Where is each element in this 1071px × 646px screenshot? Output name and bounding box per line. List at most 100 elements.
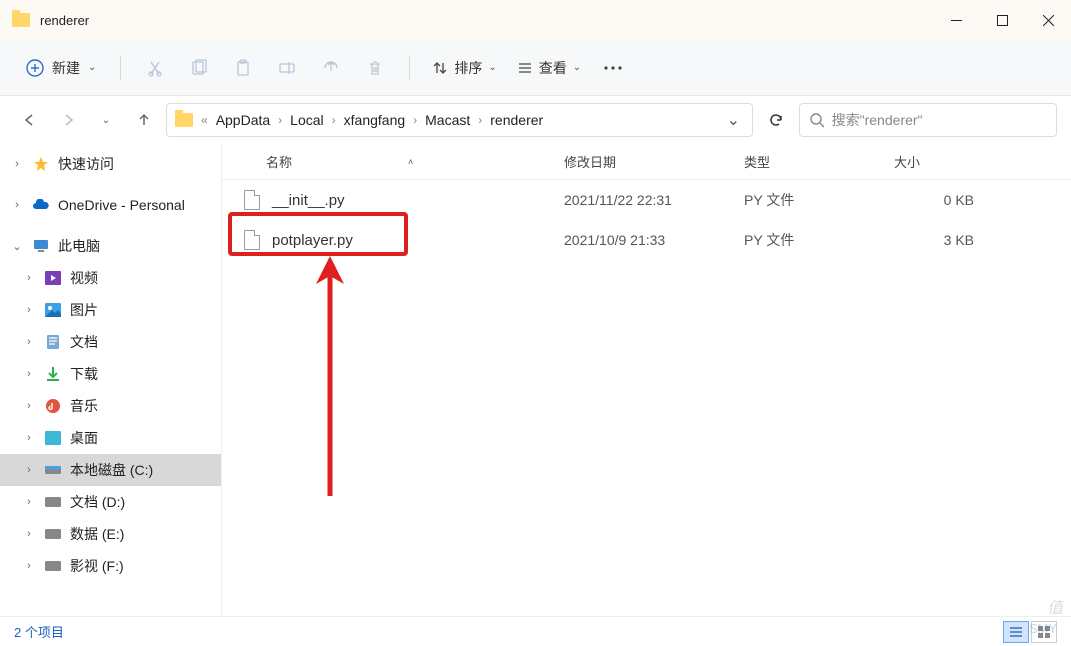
expand-icon[interactable]: ›	[22, 496, 36, 508]
cut-button[interactable]	[135, 48, 175, 88]
drive-icon	[44, 461, 62, 479]
expand-icon[interactable]: ›	[22, 400, 36, 412]
download-icon	[44, 365, 62, 383]
expand-icon[interactable]: ›	[10, 158, 24, 170]
sidebar-label: 视频	[70, 268, 98, 288]
copy-button[interactable]	[179, 48, 219, 88]
collapse-icon[interactable]: ⌄	[10, 240, 24, 253]
address-bar[interactable]: « AppData › Local › xfangfang › Macast ›…	[166, 103, 753, 137]
file-list-area: 名称˄ 修改日期 类型 大小 __init__.py 2021/11/22 22…	[222, 144, 1071, 616]
breadcrumb-item[interactable]: xfangfang	[340, 110, 410, 130]
sidebar-label: 图片	[70, 300, 98, 320]
sidebar-label: 桌面	[70, 428, 98, 448]
sidebar-label: 本地磁盘 (C:)	[70, 460, 153, 480]
breadcrumb-overflow[interactable]: «	[201, 113, 208, 127]
search-box[interactable]	[799, 103, 1057, 137]
sidebar-this-pc[interactable]: ⌄ 此电脑	[0, 230, 221, 262]
more-button[interactable]	[593, 48, 633, 88]
expand-icon[interactable]: ›	[22, 560, 36, 572]
search-input[interactable]	[832, 112, 1046, 128]
file-row[interactable]: __init__.py 2021/11/22 22:31 PY 文件 0 KB	[222, 180, 1071, 220]
sort-button[interactable]: 排序 ⌄	[424, 52, 504, 84]
sidebar-label: 文档 (D:)	[70, 492, 125, 512]
main-area: › 快速访问 › OneDrive - Personal ⌄ 此电脑 › 视频 …	[0, 144, 1071, 616]
file-name: potplayer.py	[272, 232, 564, 249]
breadcrumb-item[interactable]: AppData	[212, 110, 274, 130]
sidebar-desktop[interactable]: › 桌面	[0, 422, 221, 454]
video-icon	[44, 269, 62, 287]
refresh-button[interactable]	[759, 103, 793, 137]
annotation-arrow-icon	[310, 256, 350, 496]
chevron-right-icon: ›	[278, 113, 282, 127]
sidebar-quick-access[interactable]: › 快速访问	[0, 148, 221, 180]
expand-icon[interactable]: ›	[22, 368, 36, 380]
title-bar: renderer	[0, 0, 1071, 40]
expand-icon[interactable]: ›	[10, 199, 24, 211]
sidebar-label: 此电脑	[58, 236, 100, 256]
file-type: PY 文件	[744, 230, 894, 250]
paste-button[interactable]	[223, 48, 263, 88]
separator	[409, 56, 410, 80]
sidebar: › 快速访问 › OneDrive - Personal ⌄ 此电脑 › 视频 …	[0, 144, 222, 616]
sidebar-label: OneDrive - Personal	[58, 197, 185, 213]
chevron-down-icon: ⌄	[488, 62, 496, 73]
view-button[interactable]: 查看 ⌄	[509, 52, 589, 84]
window-controls	[933, 4, 1071, 36]
drive-icon	[44, 525, 62, 543]
column-name[interactable]: 名称˄	[244, 152, 564, 171]
minimize-button[interactable]	[933, 4, 979, 36]
window-title: renderer	[40, 13, 89, 28]
expand-icon[interactable]: ›	[22, 432, 36, 444]
sidebar-label: 文档	[70, 332, 98, 352]
rename-button[interactable]	[267, 48, 307, 88]
column-date[interactable]: 修改日期	[564, 152, 744, 171]
recent-button[interactable]: ⌄	[90, 104, 122, 136]
file-size: 3 KB	[894, 232, 994, 248]
pc-icon	[32, 237, 50, 255]
file-date: 2021/11/22 22:31	[564, 192, 744, 208]
expand-icon[interactable]: ›	[22, 464, 36, 476]
expand-icon[interactable]: ›	[22, 528, 36, 540]
pictures-icon	[44, 301, 62, 319]
details-view-button[interactable]	[1003, 621, 1029, 643]
sidebar-videos[interactable]: › 视频	[0, 262, 221, 294]
sidebar-drive-e[interactable]: › 数据 (E:)	[0, 518, 221, 550]
breadcrumb-item[interactable]: Local	[286, 110, 327, 130]
forward-button[interactable]	[52, 104, 84, 136]
breadcrumb-item[interactable]: renderer	[486, 110, 547, 130]
drive-icon	[44, 493, 62, 511]
delete-button[interactable]	[355, 48, 395, 88]
sidebar-music[interactable]: › 音乐	[0, 390, 221, 422]
maximize-button[interactable]	[979, 4, 1025, 36]
address-dropdown[interactable]: ⌄	[721, 110, 746, 130]
view-toggles	[1003, 621, 1057, 643]
up-button[interactable]	[128, 104, 160, 136]
sidebar-drive-f[interactable]: › 影视 (F:)	[0, 550, 221, 582]
new-button[interactable]: 新建 ⌄	[16, 52, 106, 84]
expand-icon[interactable]: ›	[22, 336, 36, 348]
chevron-right-icon: ›	[478, 113, 482, 127]
thumbnails-view-button[interactable]	[1031, 621, 1057, 643]
close-button[interactable]	[1025, 4, 1071, 36]
sidebar-onedrive[interactable]: › OneDrive - Personal	[0, 190, 221, 220]
file-row[interactable]: potplayer.py 2021/10/9 21:33 PY 文件 3 KB	[222, 220, 1071, 260]
search-icon	[810, 113, 824, 128]
column-type[interactable]: 类型	[744, 152, 894, 171]
sidebar-downloads[interactable]: › 下载	[0, 358, 221, 390]
separator	[120, 56, 121, 80]
share-button[interactable]	[311, 48, 351, 88]
star-icon	[32, 155, 50, 173]
sort-label: 排序	[454, 58, 482, 78]
music-icon	[44, 397, 62, 415]
sidebar-drive-c[interactable]: › 本地磁盘 (C:)	[0, 454, 221, 486]
expand-icon[interactable]: ›	[22, 304, 36, 316]
column-size[interactable]: 大小	[894, 152, 994, 171]
expand-icon[interactable]: ›	[22, 272, 36, 284]
file-icon	[244, 230, 260, 250]
sidebar-pictures[interactable]: › 图片	[0, 294, 221, 326]
sidebar-drive-d[interactable]: › 文档 (D:)	[0, 486, 221, 518]
documents-icon	[44, 333, 62, 351]
back-button[interactable]	[14, 104, 46, 136]
breadcrumb-item[interactable]: Macast	[421, 110, 474, 130]
sidebar-documents[interactable]: › 文档	[0, 326, 221, 358]
